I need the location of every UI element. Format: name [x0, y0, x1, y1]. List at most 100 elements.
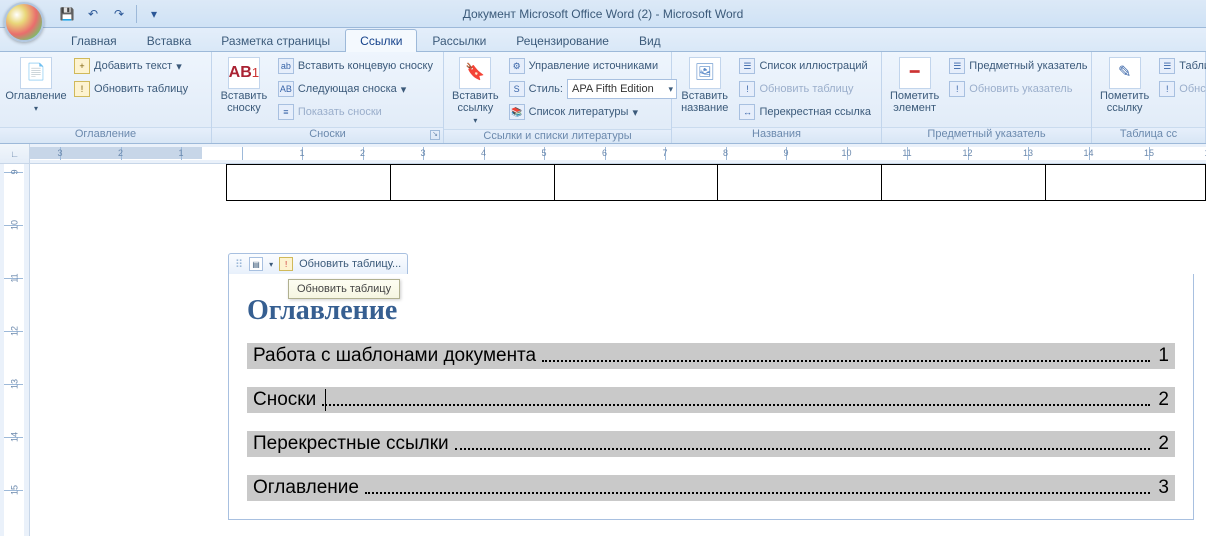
dialog-launcher-icon[interactable]: ↘: [430, 130, 440, 140]
group-captions-label: Названия: [672, 127, 881, 143]
tab-home[interactable]: Главная: [56, 29, 132, 52]
group-toc: 📄 Оглавление ▾ +Добавить текст ▾ !Обнови…: [0, 52, 212, 143]
update-index-label: Обновить указатель: [969, 83, 1072, 95]
group-footnotes: AB1 Вставить сноску abВставить концевую …: [212, 52, 444, 143]
style-label: Стиль:: [529, 83, 563, 95]
insert-caption-button[interactable]: 🖼 Вставить название: [678, 55, 731, 116]
group-citations-label: Ссылки и списки литературы: [444, 129, 671, 143]
authorities-icon: ☰: [1159, 58, 1175, 74]
update-figures-icon: !: [739, 81, 755, 97]
tab-references[interactable]: Ссылки: [345, 29, 417, 52]
mark-citation-button[interactable]: ✎ Пометить ссылку: [1098, 55, 1151, 116]
update-authorities-icon: !: [1159, 81, 1175, 97]
horizontal-ruler-row: ∟ 32112345678910111213141516: [0, 144, 1206, 164]
tooltip: Обновить таблицу: [288, 279, 400, 299]
next-footnote-label: Следующая сноска: [298, 83, 397, 95]
show-notes-icon: ≡: [278, 104, 294, 120]
update-field-icon[interactable]: !: [279, 257, 293, 271]
toc-entry-text: Перекрестные ссылки: [253, 433, 451, 455]
qat-customize[interactable]: ▾: [143, 3, 165, 25]
insert-footnote-label: Вставить сноску: [220, 90, 268, 114]
qat-redo[interactable]: ↷: [108, 3, 130, 25]
update-figures-button[interactable]: ! Обновить таблицу: [735, 78, 875, 100]
document-area: 9101112131415 ⠿ ▤▾ ! Обновить таблицу...…: [0, 164, 1206, 536]
add-text-label: Добавить текст: [94, 60, 172, 72]
update-authorities-button[interactable]: !Обнс: [1155, 78, 1206, 100]
document-table[interactable]: [226, 164, 1206, 201]
vertical-ruler[interactable]: 9101112131415: [0, 164, 30, 536]
toc-leader: [365, 492, 1150, 494]
authorities-label: Табли: [1179, 60, 1206, 72]
document-canvas[interactable]: ⠿ ▤▾ ! Обновить таблицу... Оглавление Ра…: [30, 164, 1206, 536]
tab-review[interactable]: Рецензирование: [501, 29, 624, 52]
show-notes-button[interactable]: ≡ Показать сноски: [274, 101, 437, 123]
bibliography-button[interactable]: 📚Список литературы ▾: [505, 101, 681, 123]
text-caret: [325, 389, 326, 411]
figures-icon: ☰: [739, 58, 755, 74]
toc-button-label: Оглавление: [5, 90, 66, 102]
endnote-icon: ab: [278, 58, 294, 74]
toc-entry[interactable]: Оглавление3: [247, 475, 1175, 501]
mark-citation-icon: ✎: [1109, 57, 1141, 89]
authorities-table-button[interactable]: ☰ Табли: [1155, 55, 1206, 77]
toc-button[interactable]: 📄 Оглавление ▾: [6, 55, 66, 117]
update-index-button[interactable]: ! Обновить указатель: [945, 78, 1091, 100]
dropdown-arrow-icon: ▾: [473, 115, 477, 127]
show-notes-label: Показать сноски: [298, 106, 382, 118]
footnotes-label-text: Сноски: [309, 128, 346, 140]
tab-insert[interactable]: Вставка: [132, 29, 207, 52]
update-index-icon: !: [949, 81, 965, 97]
dropdown-arrow-icon: ▾: [401, 83, 407, 96]
horizontal-ruler[interactable]: 32112345678910111213141516: [30, 144, 1206, 163]
citation-style-row: S Стиль: APA Fifth Edition: [505, 78, 681, 100]
tab-view[interactable]: Вид: [624, 29, 676, 52]
manage-sources-label: Управление источниками: [529, 60, 658, 72]
group-toc-label: Оглавление: [0, 127, 211, 143]
qat-undo[interactable]: ↶: [82, 3, 104, 25]
next-footnote-button[interactable]: ABСледующая сноска ▾: [274, 78, 437, 100]
manage-sources-button[interactable]: ⚙Управление источниками: [505, 55, 681, 77]
grip-icon: ⠿: [235, 258, 243, 271]
citation-icon: 🔖: [459, 57, 491, 89]
toc-entry-page: 2: [1154, 433, 1169, 455]
style-icon: S: [509, 81, 525, 97]
group-authorities: ✎ Пометить ссылку ☰Табли !Обнс Таблица с…: [1092, 52, 1206, 143]
insert-footnote-button[interactable]: AB1 Вставить сноску: [218, 55, 270, 116]
insert-endnote-button[interactable]: abВставить концевую сноску: [274, 55, 437, 77]
mark-citation-label: Пометить ссылку: [1100, 90, 1149, 114]
toc-entry[interactable]: Перекрестные ссылки 2: [247, 431, 1175, 457]
table-of-figures-button[interactable]: ☰Список иллюстраций: [735, 55, 875, 77]
toc-entry[interactable]: Сноски2: [247, 387, 1175, 413]
insert-citation-button[interactable]: 🔖 Вставить ссылку ▾: [450, 55, 501, 129]
add-text-button[interactable]: +Добавить текст ▾: [70, 55, 192, 77]
mark-entry-label: Пометить элемент: [890, 90, 939, 114]
toc-icon: 📄: [20, 57, 52, 89]
index-label: Предметный указатель: [969, 60, 1087, 72]
group-citations: 🔖 Вставить ссылку ▾ ⚙Управление источник…: [444, 52, 672, 143]
style-combo[interactable]: APA Fifth Edition: [567, 79, 677, 99]
tab-mailings[interactable]: Рассылки: [417, 29, 501, 52]
toc-entry-text: Оглавление: [253, 477, 361, 499]
insert-citation-label: Вставить ссылку: [452, 90, 499, 114]
tab-page-layout[interactable]: Разметка страницы: [206, 29, 345, 52]
quick-access-toolbar: 💾 ↶ ↷ ▾: [56, 3, 165, 25]
qat-save[interactable]: 💾: [56, 3, 78, 25]
crossref-label: Перекрестная ссылка: [759, 106, 871, 118]
toc-options-icon[interactable]: ▤: [249, 257, 263, 271]
group-index: ━ Пометить элемент ☰Предметный указатель…: [882, 52, 1092, 143]
update-toc-button[interactable]: !Обновить таблицу: [70, 78, 192, 100]
update-icon: !: [74, 81, 90, 97]
toc-entry-text: Сноски: [253, 389, 318, 411]
cross-reference-button[interactable]: ↔Перекрестная ссылка: [735, 101, 875, 123]
toc-field-tab[interactable]: ⠿ ▤▾ ! Обновить таблицу...: [228, 253, 408, 275]
office-button[interactable]: [4, 2, 48, 46]
toc-entry[interactable]: Работа с шаблонами документа1: [247, 343, 1175, 369]
table-row[interactable]: [227, 165, 1206, 201]
toc-container[interactable]: Оглавление Работа с шаблонами документа1…: [228, 274, 1194, 520]
insert-index-button[interactable]: ☰Предметный указатель: [945, 55, 1091, 77]
update-field-label[interactable]: Обновить таблицу...: [299, 258, 401, 270]
update-figures-label: Обновить таблицу: [759, 83, 853, 95]
mark-entry-icon: ━: [899, 57, 931, 89]
toc-leader: [455, 448, 1151, 450]
mark-entry-button[interactable]: ━ Пометить элемент: [888, 55, 941, 116]
